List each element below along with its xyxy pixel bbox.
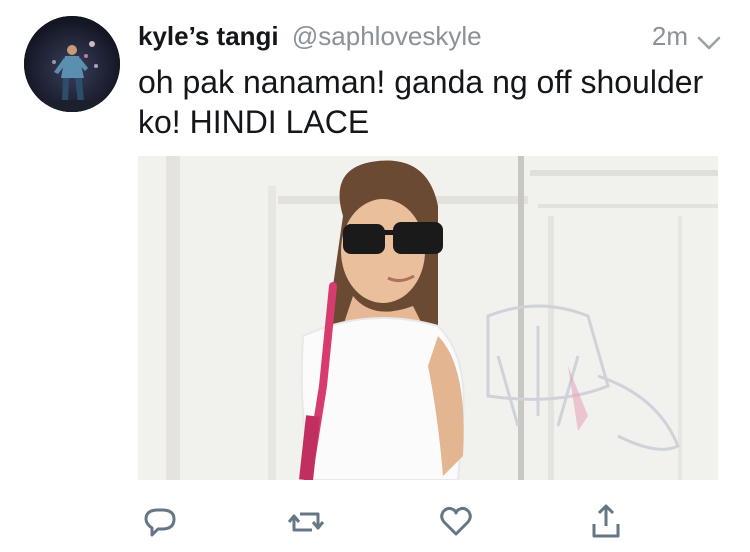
heart-icon[interactable] <box>434 500 478 544</box>
tweet-actions <box>138 500 638 544</box>
timestamp[interactable]: 2m <box>652 18 688 54</box>
retweet-icon[interactable] <box>284 500 328 544</box>
tweet-header: kyle’s tangi @saphloveskyle 2m <box>138 18 722 54</box>
share-icon[interactable] <box>584 500 628 544</box>
avatar-image <box>24 16 120 112</box>
tweet-photo[interactable] <box>138 156 718 480</box>
tweet-text: oh pak nanaman! ganda ng off shoulder ko… <box>138 64 704 140</box>
avatar[interactable] <box>24 16 120 112</box>
user-handle[interactable]: @saphloveskyle <box>292 21 482 51</box>
chevron-down-icon[interactable] <box>696 26 722 50</box>
reply-icon[interactable] <box>138 500 182 544</box>
display-name[interactable]: kyle’s tangi <box>138 21 279 51</box>
photo-image <box>138 156 718 480</box>
